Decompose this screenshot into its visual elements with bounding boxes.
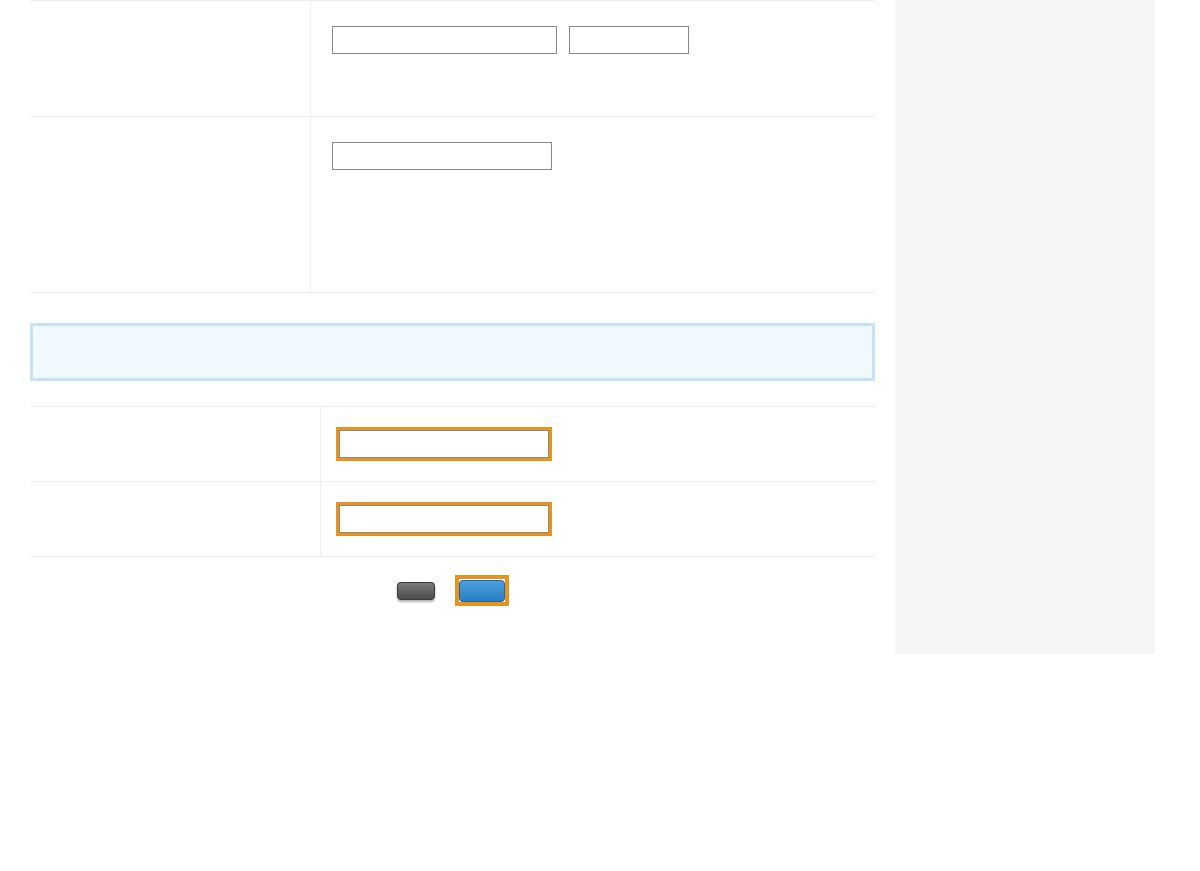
domain-name-input[interactable] <box>332 26 557 54</box>
muumuu-pw-input[interactable] <box>339 505 549 533</box>
back-button[interactable] <box>397 582 435 600</box>
submit-button[interactable] <box>459 580 505 602</box>
folder-label <box>30 117 310 292</box>
row-muumuu-id <box>30 406 875 482</box>
submit-highlight <box>455 575 509 606</box>
main-panel <box>0 0 895 654</box>
sidebar-top-list <box>910 0 1140 16</box>
domain-label <box>30 1 310 116</box>
folder-input[interactable] <box>332 142 552 170</box>
row-muumuu-pw <box>30 482 875 557</box>
sidebar <box>895 0 1155 654</box>
muumuu-pw-highlight <box>336 502 552 536</box>
muumuu-id-label <box>30 407 320 481</box>
domain-tld-input[interactable] <box>569 26 689 54</box>
muumuu-pw-label <box>30 482 320 556</box>
section-folder <box>30 117 875 293</box>
muumuu-id-highlight <box>336 427 552 461</box>
section-domain <box>30 0 875 117</box>
muumuu-id-input[interactable] <box>339 430 549 458</box>
info-box <box>30 323 875 381</box>
